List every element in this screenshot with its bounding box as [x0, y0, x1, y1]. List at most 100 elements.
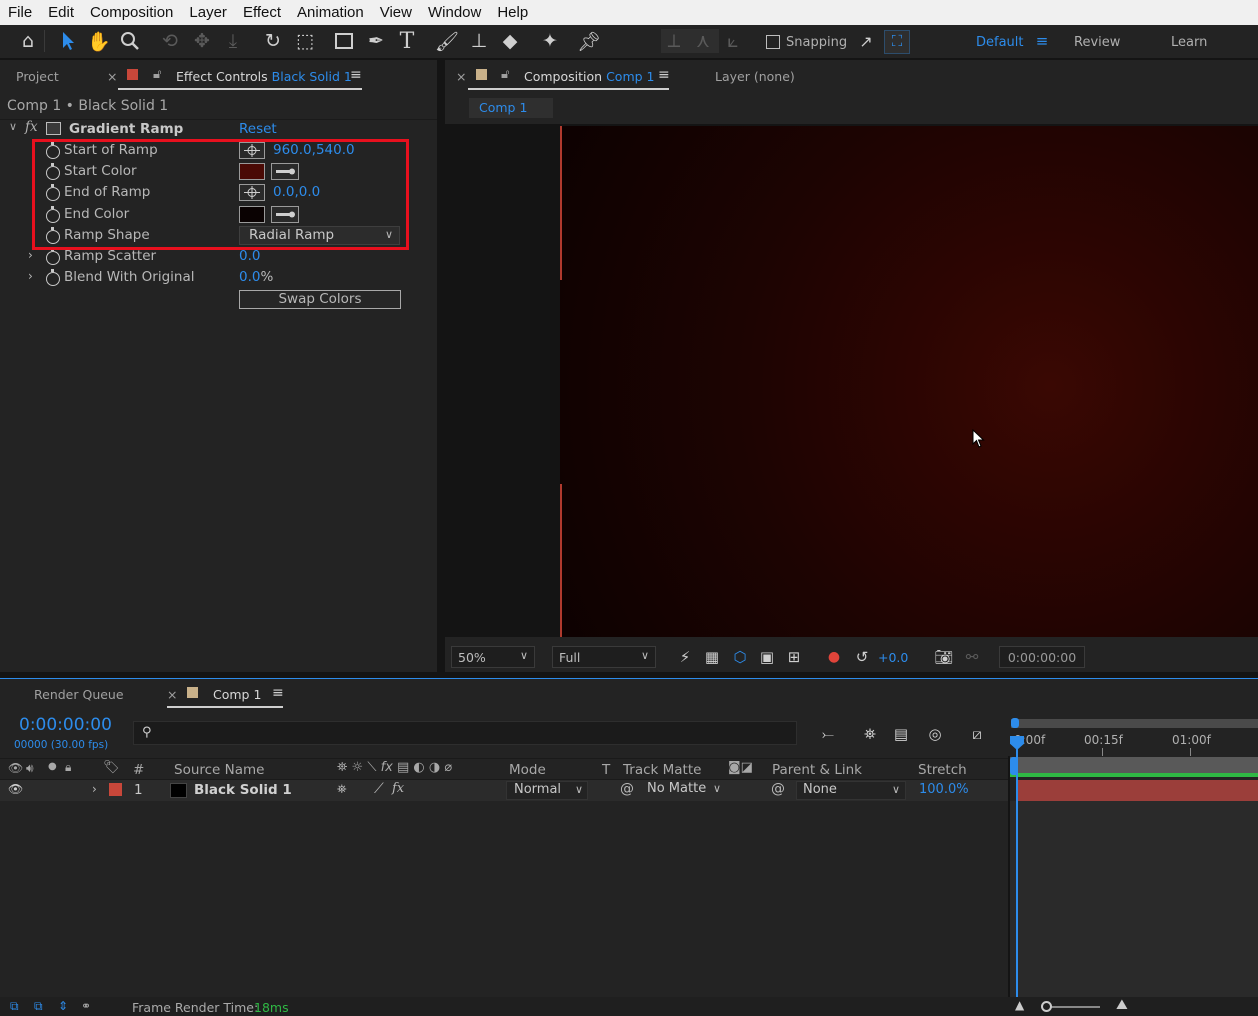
close-icon[interactable]: ×: [167, 687, 177, 702]
effect-switch-icon[interactable]: fx: [392, 781, 404, 796]
property-value[interactable]: 0.0%: [239, 269, 273, 285]
shy-switch-icon[interactable]: ⛯: [337, 782, 347, 797]
comp-sub-tab[interactable]: Comp 1: [469, 98, 553, 118]
workspace-learn[interactable]: Learn: [1171, 35, 1207, 50]
lock-icon[interactable]: 🔓︎: [501, 67, 509, 82]
property-value[interactable]: 0.0: [239, 248, 260, 264]
draft-3d-icon[interactable]: ⛯: [857, 721, 883, 747]
chevron-right-icon[interactable]: ›: [28, 269, 33, 283]
graph-editor-icon[interactable]: ⧄: [964, 721, 990, 747]
tab-project[interactable]: Project: [16, 69, 59, 84]
parent-dropdown[interactable]: None ∨: [796, 781, 906, 800]
composition-viewer[interactable]: [445, 124, 1258, 637]
layer-label-color[interactable]: [109, 783, 122, 796]
menu-window[interactable]: Window: [420, 4, 489, 21]
quality-switch-icon[interactable]: ⟋: [374, 781, 384, 797]
rectangle-tool-icon[interactable]: [331, 28, 357, 54]
audio-header-icon[interactable]: 🔊︎: [26, 761, 34, 776]
column-mode[interactable]: Mode: [509, 762, 546, 778]
timeline-track-area[interactable]: [1010, 801, 1258, 997]
modes-toggle-icon[interactable]: ⧉: [34, 999, 43, 1014]
tab-layer[interactable]: Layer (none): [715, 69, 795, 84]
menu-effect[interactable]: Effect: [235, 4, 289, 21]
chevron-right-icon[interactable]: ›: [28, 248, 33, 262]
tab-comp[interactable]: Comp 1: [213, 687, 261, 702]
work-area-bar[interactable]: [1011, 719, 1258, 728]
fx-icon[interactable]: fx: [25, 119, 38, 135]
hand-tool-icon[interactable]: ✋: [86, 28, 112, 54]
stopwatch-icon[interactable]: [46, 269, 60, 286]
orbit-camera-icon[interactable]: ⟲: [157, 28, 183, 54]
pickwhip-icon[interactable]: @: [620, 781, 634, 797]
motion-blur-icon[interactable]: ◎: [922, 721, 948, 747]
eye-header-icon[interactable]: 👁︎: [8, 761, 23, 775]
world-axis-icon[interactable]: ⋏: [690, 28, 716, 54]
clone-stamp-tool-icon[interactable]: ⊥: [466, 28, 492, 54]
brush-tool-icon[interactable]: 🖌︎: [434, 28, 460, 54]
render-time-icon[interactable]: ⚭: [81, 999, 91, 1013]
exposure-value[interactable]: +0.0: [878, 650, 908, 665]
workspace-default[interactable]: Default: [976, 35, 1024, 50]
work-area-start-handle[interactable]: [1011, 718, 1019, 728]
channels-icon[interactable]: ●: [821, 644, 847, 670]
workspace-review[interactable]: Review: [1074, 35, 1120, 50]
pan-behind-tool-icon[interactable]: ⬚: [292, 28, 318, 54]
resolution-dropdown[interactable]: Full ∨: [552, 646, 656, 668]
zoom-in-icon[interactable]: ⛰: [1116, 997, 1128, 1013]
reset-exposure-icon[interactable]: ↺: [849, 644, 875, 670]
label-header-icon[interactable]: 🏷︎: [103, 760, 120, 775]
tab-render-queue[interactable]: Render Queue: [34, 687, 124, 702]
menu-view[interactable]: View: [372, 4, 420, 21]
close-icon[interactable]: ×: [107, 69, 117, 84]
column-track-matte[interactable]: Track Matte: [623, 762, 701, 778]
reset-link[interactable]: Reset: [239, 121, 277, 137]
playhead-line[interactable]: [1016, 738, 1018, 997]
in-out-toggle-icon[interactable]: ⇕: [58, 999, 68, 1013]
layer-duration-bar[interactable]: [1017, 780, 1258, 801]
region-of-interest-icon[interactable]: ▣: [754, 644, 780, 670]
track-matte-dropdown[interactable]: No Matte ∨: [647, 781, 723, 800]
rotation-tool-icon[interactable]: ↻: [260, 28, 286, 54]
zoom-tool-icon[interactable]: [117, 28, 143, 54]
menu-layer[interactable]: Layer: [181, 4, 235, 21]
roto-brush-tool-icon[interactable]: ✦: [537, 28, 563, 54]
zoom-dropdown[interactable]: 50% ∨: [451, 646, 535, 668]
solo-header-icon[interactable]: ●: [48, 761, 57, 772]
pan-camera-icon[interactable]: ✥: [189, 28, 215, 54]
effect-preset-icon[interactable]: [46, 122, 61, 135]
stopwatch-icon[interactable]: [46, 248, 60, 265]
workspace-menu-icon[interactable]: ≡: [1029, 28, 1055, 54]
layer-switches-icon[interactable]: ⧉: [10, 999, 19, 1014]
fast-previews-icon[interactable]: ⚡: [672, 644, 698, 670]
comp-canvas[interactable]: [560, 126, 1258, 637]
pen-tool-icon[interactable]: ✒: [363, 28, 389, 54]
transparency-grid-icon[interactable]: ▦: [699, 644, 725, 670]
tab-effect-controls[interactable]: Effect Controls Black Solid 1: [176, 69, 352, 84]
column-source-name[interactable]: Source Name: [174, 762, 265, 778]
layer-name[interactable]: Black Solid 1: [194, 782, 292, 798]
close-icon[interactable]: ×: [456, 69, 466, 84]
chevron-down-icon[interactable]: ∨: [9, 120, 17, 133]
panel-splitter[interactable]: [437, 60, 445, 672]
grid-guides-icon[interactable]: ⊞: [781, 644, 807, 670]
selection-tool-icon[interactable]: [55, 28, 81, 54]
composition-mini-flowchart-icon[interactable]: ⤚: [815, 721, 841, 747]
mode-dropdown[interactable]: Normal ∨: [506, 781, 588, 800]
timeline-search-input[interactable]: ⚲: [133, 721, 797, 745]
chevron-right-icon[interactable]: ›: [92, 782, 97, 796]
lock-header-icon[interactable]: 🔒︎: [65, 760, 71, 775]
snapshot-icon[interactable]: 📷︎: [931, 644, 957, 670]
menu-composition[interactable]: Composition: [82, 4, 181, 21]
menu-help[interactable]: Help: [489, 4, 536, 21]
time-ruler[interactable]: 0:00f 00:15f 01:00f: [1008, 716, 1258, 756]
lock-icon[interactable]: 🔓︎: [153, 67, 161, 82]
panel-menu-icon[interactable]: ≡: [272, 685, 284, 701]
puppet-pin-tool-icon[interactable]: 📌︎: [576, 28, 602, 54]
work-area-marker[interactable]: [1010, 757, 1018, 775]
swap-colors-button[interactable]: Swap Colors: [239, 290, 401, 309]
zoom-out-icon[interactable]: ▲: [1015, 998, 1024, 1012]
parent-pickwhip-icon[interactable]: @: [771, 781, 785, 797]
snapping-checkbox[interactable]: [766, 35, 780, 49]
frame-blending-icon[interactable]: ▤: [888, 721, 914, 747]
home-icon[interactable]: ⌂: [15, 28, 41, 54]
